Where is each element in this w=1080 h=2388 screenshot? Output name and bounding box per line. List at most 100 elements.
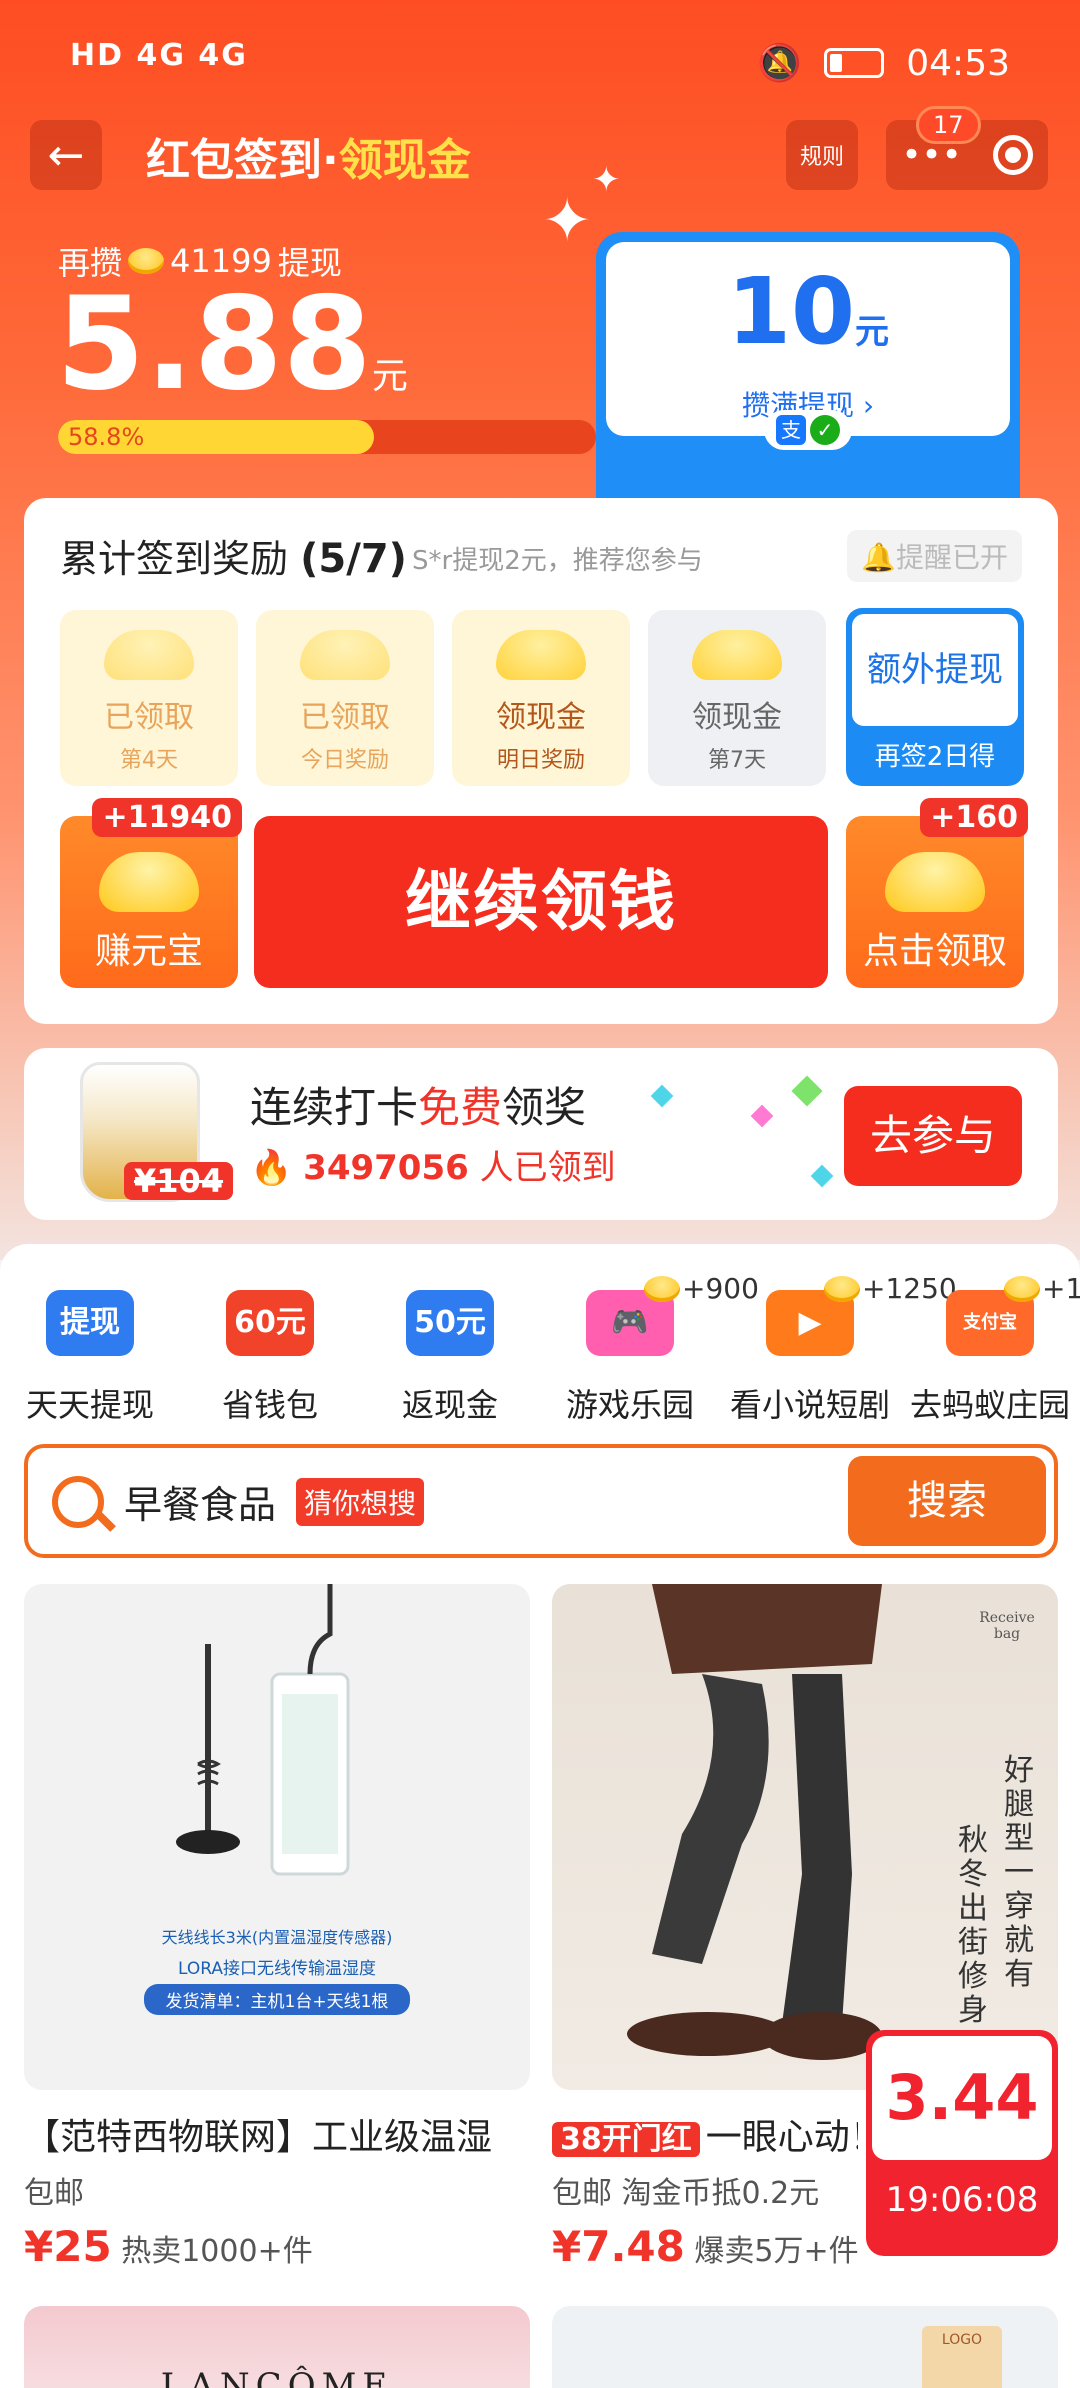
product-card-next[interactable]: LANCÔME [24,2306,530,2388]
reward-plus: +120 [1004,1272,1080,1305]
claim-button[interactable]: +160 点击领取 [846,798,1028,988]
day-tile: 领现金第7天 [648,610,826,786]
product-image[interactable]: Receive bag 好腿型一穿就有 秋冬出街修身 [552,1584,1058,2090]
day-sub: 今日奖励 [300,748,389,773]
product-title[interactable]: 38开门红一眼心动！ [552,2108,858,2160]
ingot-icon [99,852,199,912]
fire-icon: 🔥 [250,1148,293,1188]
notification-badge: 17 [916,106,981,144]
day-tile: 已领取第4天 [60,610,238,786]
amount-value: 5.88 [56,270,372,419]
day-label: 领现金 [496,700,586,735]
day-label: 领现金 [692,700,782,735]
target-amount: 10元 [606,266,1010,378]
clock: 04:53 [906,42,1010,84]
target-value: 10 [726,258,856,365]
day-tile: 领现金 明日奖励 [452,610,630,786]
image-caption: 发货清单：主机1台+天线1根 [144,1984,410,2015]
remind-toggle[interactable]: 🔔提醒已开 [847,530,1022,582]
image-caption: Receive bag [979,1610,1035,1642]
streak-count: 🔥 3497056 人已领到 [250,1140,616,1189]
ingot-icon [885,852,985,912]
alipay-icon: 支 [776,415,806,445]
extra-withdraw-tile[interactable]: 额外提现再签2日得 [846,608,1024,786]
claim-label: 点击领取 [862,931,1007,972]
search-button[interactable]: 搜索 [848,1456,1046,1546]
streak-title-a: 连续打卡 [250,1083,419,1132]
shortcut-games[interactable]: +900 🎮 游戏乐园 [540,1272,759,1428]
float-amount-unit: 元 [947,2216,977,2251]
streak-card[interactable]: ¥104 连续打卡免费领奖 🔥 3497056 人已领到 去参与 [24,1048,1058,1220]
ingot-icon [496,630,586,680]
withdraw-target-card[interactable]: 10元 攒满提现 › 支 ✓ [596,232,1020,532]
extra-label: 额外提现 [852,614,1018,726]
product-price-row: ¥25 热卖1000+件 [24,2222,313,2271]
status-right: 🔕 04:53 [757,42,1010,85]
shortcut-withdraw[interactable]: 提现 天天提现 [0,1278,180,1428]
checkin-card: 累计签到奖励 (5/7) S*r提现2元，推荐您参与 🔔提醒已开 已领取 第4天 … [24,498,1058,1024]
product-image[interactable]: 天线线长3米(内置温湿度传感器) LORA接口无线传输温湿度 发货清单：主机1台… [24,1584,530,2090]
amount-unit: 元 [371,356,408,397]
checkin-title-text: 累计签到奖励 [60,537,289,581]
earn-label: 赚元宝 [94,931,203,972]
checkin-count: (5/7) [300,536,407,582]
day-sub: 第4天 [120,748,178,773]
product-sold: 爆卖5万+件 [694,2234,859,2269]
product-card-next[interactable]: LOGO [552,2306,1058,2388]
status-bar: HD 4G 4G 🔕 04:53 [0,0,1080,120]
earn-ingot-button[interactable]: +11940 赚元宝 [60,798,242,988]
shortcut-label: 返现金 [401,1386,498,1424]
image-caption: LORA接口无线传输温湿度 [178,1959,376,1979]
back-button[interactable]: ← [30,120,102,190]
streak-title-b: 领奖 [502,1083,587,1132]
close-circle-icon[interactable] [992,135,1033,175]
product-title[interactable]: 【范特西物联网】工业级温湿 [24,2108,544,2160]
extra-sub: 再签2日得 [874,742,996,772]
title-highlight: 领现金 [338,135,471,186]
shortcut-novels[interactable]: +1250 ▶ 看小说短剧 [720,1272,957,1428]
ingot-icon [104,630,194,680]
image-caption: 天线线长3米(内置温湿度传感器) [161,1928,393,1947]
coin-icon [1004,1275,1040,1302]
title-main: 红包签到· [146,135,339,186]
day-tile: 已领取 今日奖励 [256,610,434,786]
product-title-text: 一眼心动！ [705,2117,858,2158]
shortcut-cashback[interactable]: 50元 返现金 [360,1278,540,1428]
progress-fill: 58.8% [58,420,375,454]
confetti-icon [650,1084,674,1108]
streak-count-suffix: 人已领到 [479,1148,616,1188]
search-icon [52,1476,104,1528]
search-input[interactable]: 早餐食品 [124,1474,276,1529]
ingot-icon [692,630,782,680]
progress-bar: 58.8% [58,420,596,454]
shortcut-label: 游戏乐园 [565,1386,694,1424]
balance-amount: 5.88元 [56,270,408,419]
product-price-row: ¥7.48 爆卖5万+件 [552,2222,859,2271]
checkin-title: 累计签到奖励 (5/7) [60,528,407,583]
shortcut-row: 提现 天天提现 60元 省钱包 50元 返现金 +900 🎮 游戏乐园 +1250 ▶ 看小说… [0,1272,1080,1428]
battery-icon [824,48,885,78]
image-caption: 好腿型一穿就有 [1004,1753,1034,1992]
day-label: 已领取 [104,700,194,735]
promo-tag: 38开门红 [552,2122,700,2157]
prize-price: ¥104 [124,1162,234,1200]
float-amount: 3.44 元 [872,2036,1052,2251]
image-caption: 秋冬出街修身 [958,1823,988,2028]
join-button[interactable]: 去参与 [844,1086,1022,1186]
shortcut-savings[interactable]: 60元 省钱包 [180,1278,360,1428]
shortcut-ant-farm[interactable]: +120支付宝去蚂蚁庄园 [900,1272,1080,1428]
streak-count-value: 3497056 [303,1148,469,1188]
continue-earn-button[interactable]: 继续领钱 [254,816,828,988]
confetti-icon [810,1164,834,1188]
rules-button[interactable]: 规则 [786,120,858,190]
floating-reward[interactable]: 3.44 元 19:06:08 [866,2030,1058,2256]
day-sub: 第7天 [708,748,766,773]
search-suggest-tag: 猜你想搜 [296,1478,425,1526]
bell-icon: 🔔 [861,541,896,574]
day-sub: 明日奖励 [496,748,585,773]
search-bar[interactable]: 早餐食品 猜你想搜 搜索 [24,1444,1058,1558]
sparkle-icon: ✦ [542,186,593,256]
rules-label: 规则 [799,145,844,170]
target-inner: 10元 攒满提现 › [606,242,1010,436]
checkin-subtitle: S*r提现2元，推荐您参与 [412,546,703,576]
